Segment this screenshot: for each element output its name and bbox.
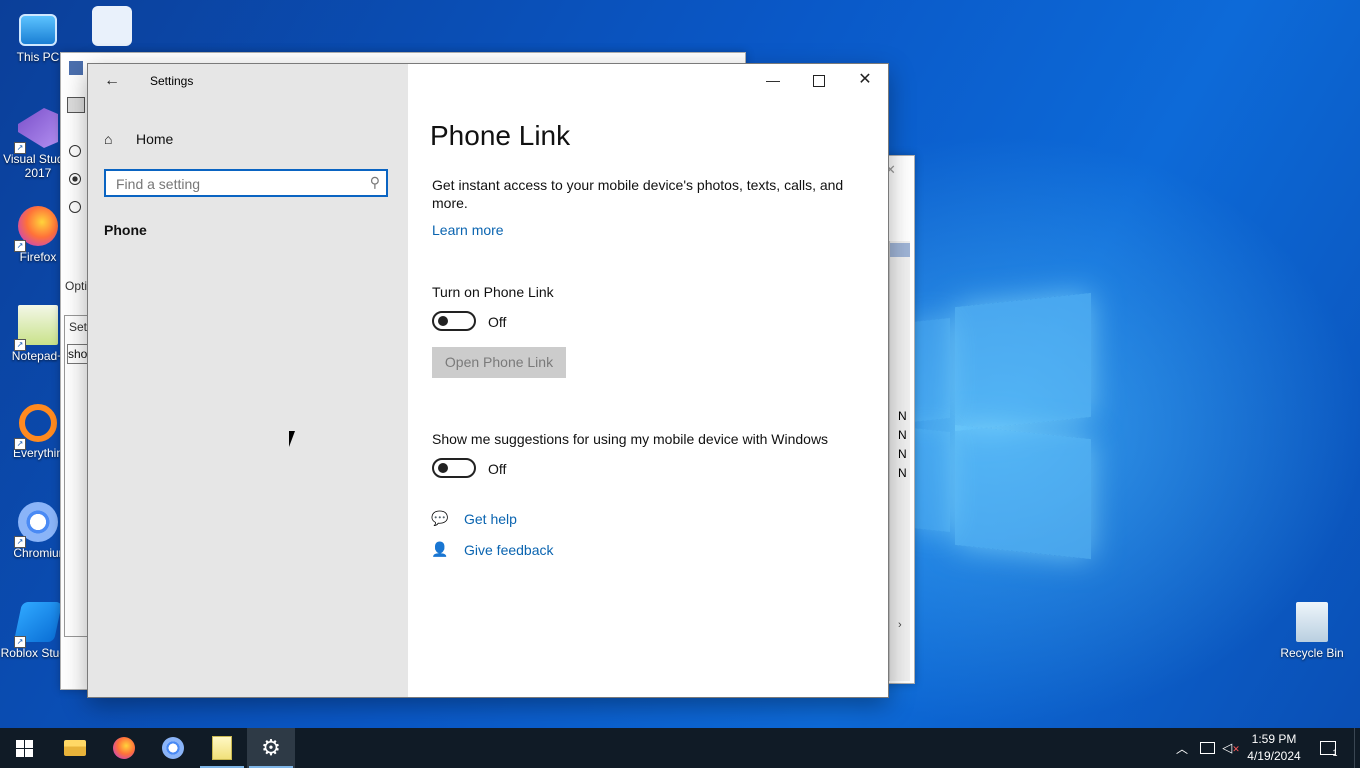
desktop-icon-label: This PC	[16, 50, 60, 64]
give-feedback-link[interactable]: Give feedback	[464, 542, 554, 558]
sidebar-section-phone: Phone	[104, 222, 147, 238]
shortcut-arrow-icon: ↗	[14, 142, 26, 154]
search-box[interactable]: ⚲	[104, 169, 388, 197]
sidebar-item-label: Home	[136, 131, 174, 147]
notification-icon	[1320, 741, 1337, 755]
taskbar-clock[interactable]: 1:59 PM 4/19/2024	[1234, 731, 1314, 765]
file-explorer-icon	[64, 740, 86, 756]
network-icon	[1199, 742, 1215, 754]
shortcut-arrow-icon: ↗	[14, 636, 26, 648]
close-button[interactable]: ✕	[842, 64, 888, 96]
network-status[interactable]	[1196, 728, 1218, 768]
desktop-icon-label: Recycle Bin	[1280, 646, 1344, 660]
toggle-knob	[438, 463, 448, 473]
shortcut-arrow-icon: ↗	[14, 339, 26, 351]
get-help-row[interactable]: 💬 Get help	[430, 510, 517, 527]
radio-button-selected[interactable]	[69, 173, 81, 185]
page-title: Phone Link	[430, 120, 571, 151]
maximize-button[interactable]	[796, 64, 842, 96]
show-hidden-icons-button[interactable]: ︿	[1172, 728, 1192, 768]
shortcut-arrow-icon: ↗	[14, 438, 26, 450]
window-title: Settings	[150, 74, 194, 88]
start-icon	[15, 739, 33, 757]
open-phone-link-button[interactable]: Open Phone Link	[432, 347, 566, 378]
chromium-icon	[162, 737, 184, 759]
radio-button[interactable]	[69, 201, 81, 213]
phone-link-toggle[interactable]	[432, 311, 476, 331]
list-item: N	[898, 409, 907, 423]
clock-date: 4/19/2024	[1247, 749, 1301, 763]
get-help-link[interactable]: Get help	[464, 511, 517, 527]
settings-icon: ⚙	[261, 735, 281, 760]
search-icon: ⚲	[369, 174, 380, 190]
desktop-icon-recycle-bin[interactable]: Recycle Bin	[1274, 602, 1350, 660]
desktop: This PC ↗ Visual Studio 2017 ↗ Firefox ↗…	[0, 0, 1360, 728]
settings-window: ← Settings ⌂ Home ⚲ Phone — ✕ Phone Link…	[88, 64, 888, 697]
chevron-right-icon[interactable]: ›	[898, 619, 902, 631]
toggle-state: Off	[488, 461, 507, 477]
toggle-knob	[438, 316, 448, 326]
suggestions-label: Show me suggestions for using my mobile …	[432, 431, 829, 447]
desktop-icon-label: Firefox	[19, 250, 57, 264]
settings-sidebar: ← Settings ⌂ Home ⚲ Phone	[88, 64, 408, 697]
options-label: Opti	[65, 279, 88, 293]
maximize-icon	[813, 75, 825, 88]
magnifier-icon	[19, 404, 57, 442]
desktop-icon-roblox[interactable]	[74, 6, 150, 50]
radio-button[interactable]	[69, 145, 81, 157]
taskbar-notepad[interactable]	[198, 728, 246, 768]
app-icon	[69, 61, 83, 75]
chevron-up-icon: ︿	[1175, 741, 1188, 756]
taskbar-settings[interactable]: ⚙	[247, 728, 295, 768]
shortcut-arrow-icon: ↗	[14, 240, 26, 252]
taskbar-chromium[interactable]	[149, 728, 197, 768]
minimize-button[interactable]: —	[750, 64, 796, 96]
back-button[interactable]: ←	[98, 70, 126, 92]
list-item: N	[898, 447, 907, 461]
taskbar-firefox[interactable]	[100, 728, 148, 768]
shortcut-arrow-icon: ↗	[14, 536, 26, 548]
learn-more-link[interactable]: Learn more	[432, 222, 504, 238]
page-description: Get instant access to your mobile device…	[432, 177, 844, 211]
windows-logo-pane	[912, 428, 950, 532]
list-item: N	[898, 428, 907, 442]
desktop-icon-label: Chromiur	[13, 546, 63, 560]
chat-help-icon: 💬	[431, 510, 449, 526]
firefox-icon	[113, 737, 135, 759]
scrollbar-thumb[interactable]	[890, 243, 910, 257]
desktop-icon-label: Notepad+	[11, 349, 65, 363]
home-icon: ⌂	[104, 131, 113, 147]
mouse-cursor-icon	[289, 431, 301, 447]
sidebar-item-home[interactable]: ⌂ Home	[104, 128, 173, 150]
arrow-left-icon: ←	[104, 72, 120, 89]
windows-logo-pane	[912, 318, 950, 422]
suggestions-toggle[interactable]	[432, 458, 476, 478]
settings-group: Sett sho	[64, 315, 93, 637]
windows-logo-pane	[955, 424, 1091, 560]
list-item: N	[898, 466, 907, 480]
notepad-icon	[212, 736, 232, 760]
show-desktop-button[interactable]	[1354, 728, 1360, 768]
roblox-icon	[92, 6, 132, 46]
action-center-button[interactable]: 1	[1314, 728, 1344, 768]
close-icon: ✕	[858, 71, 872, 88]
start-button[interactable]	[0, 728, 48, 768]
windows-logo-pane	[955, 292, 1091, 432]
give-feedback-row[interactable]: 👤 Give feedback	[430, 541, 554, 558]
feedback-icon: 👤	[431, 541, 449, 557]
calendar-icon	[67, 97, 85, 113]
search-input[interactable]	[114, 174, 358, 194]
taskbar: ⚙ ︿ ◁✕ 1:59 PM 4/19/2024 1	[0, 728, 1360, 768]
toggle-state: Off	[488, 314, 507, 330]
turn-on-label: Turn on Phone Link	[432, 284, 554, 300]
list-panel: N N N N ›	[889, 241, 910, 681]
clock-time: 1:59 PM	[1251, 732, 1297, 746]
recycle-bin-icon	[1296, 602, 1328, 642]
computer-icon	[19, 14, 57, 46]
minimize-icon: —	[766, 72, 780, 88]
taskbar-file-explorer[interactable]	[51, 728, 99, 768]
